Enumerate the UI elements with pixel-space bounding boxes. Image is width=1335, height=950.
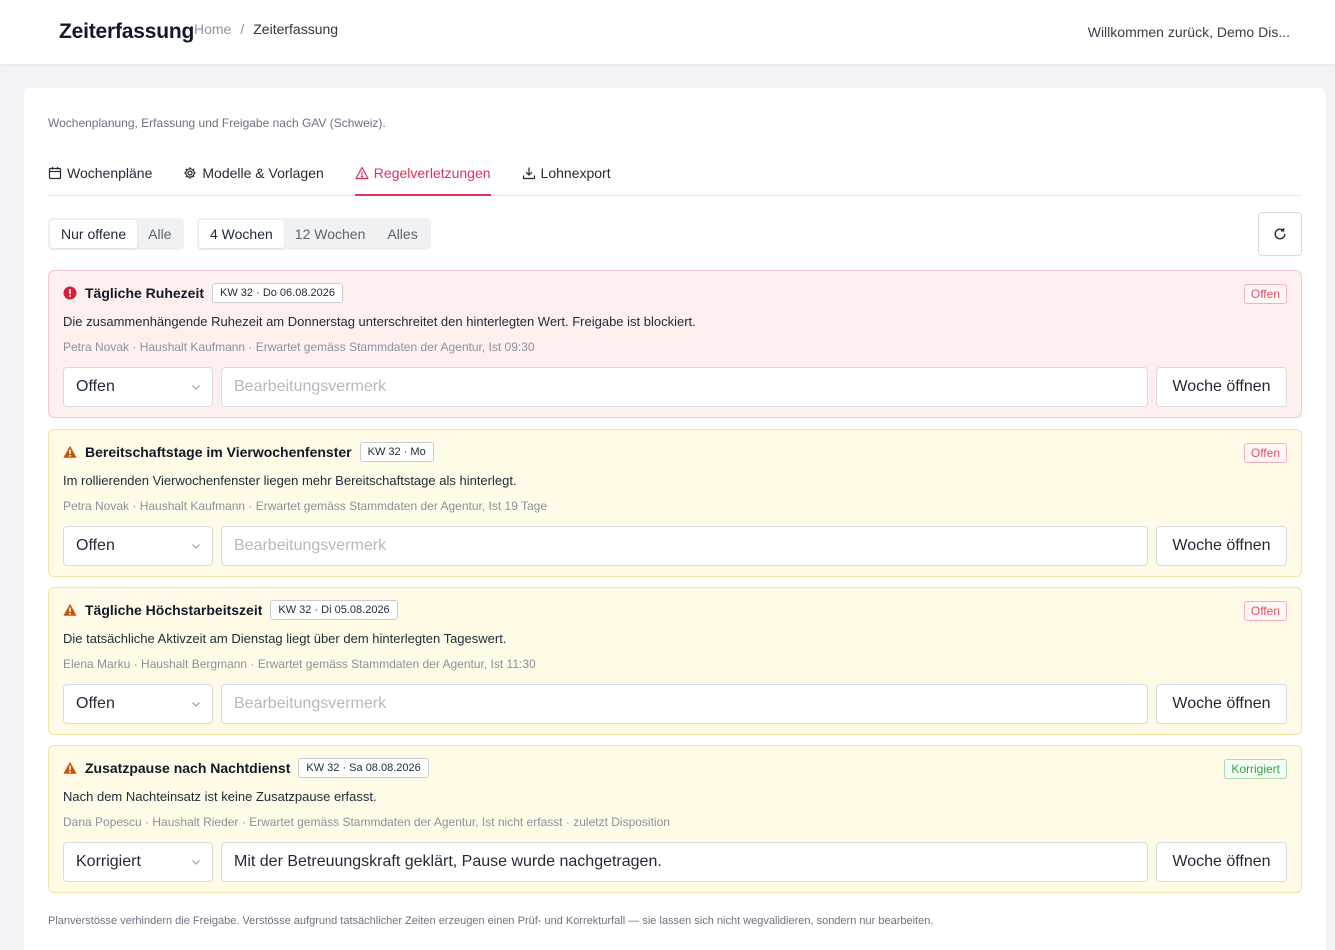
breadcrumb-separator: / xyxy=(240,21,245,37)
note-input[interactable] xyxy=(221,367,1148,407)
breadcrumb: Home / Zeiterfassung xyxy=(194,21,338,37)
status-badge: Offen xyxy=(1243,601,1287,621)
download-icon xyxy=(522,166,536,180)
app-title: Zeiterfassung xyxy=(59,20,195,43)
violation-meta: Petra Novak · Haushalt Kaufmann · Erwart… xyxy=(63,340,535,354)
status-select[interactable]: Offen xyxy=(63,526,213,566)
status-select[interactable]: Korrigiert xyxy=(63,842,213,882)
status-filter: Nur offene Alle xyxy=(48,218,185,250)
status-badge: Offen xyxy=(1243,284,1287,304)
violation-card: Tägliche Ruhezeit KW 32 · Do 06.08.2026 … xyxy=(48,270,1302,418)
chevron-down-icon xyxy=(190,381,202,393)
open-week-button[interactable]: Woche öffnen xyxy=(1156,526,1287,566)
chevron-down-icon xyxy=(190,856,202,868)
tab-label: Modelle & Vorlagen xyxy=(202,165,324,181)
tab-modelle-vorlagen[interactable]: Modelle & Vorlagen xyxy=(183,161,324,185)
note-input[interactable] xyxy=(221,842,1148,882)
breadcrumb-home-link[interactable]: Home xyxy=(194,21,231,37)
violation-meta: Dana Popescu · Haushalt Rieder · Erwarte… xyxy=(63,815,670,829)
violation-description: Die tatsächliche Aktivzeit am Dienstag l… xyxy=(63,631,507,646)
week-badge: KW 32 · Sa 08.08.2026 xyxy=(298,758,429,778)
tab-label: Regelverletzungen xyxy=(373,165,491,181)
filter-all[interactable]: Alle xyxy=(137,220,182,248)
violation-card: Tägliche Höchstarbeitszeit KW 32 · Di 05… xyxy=(48,587,1302,735)
status-select[interactable]: Offen xyxy=(63,684,213,724)
week-badge: KW 32 · Di 05.08.2026 xyxy=(270,600,398,620)
violation-title: Tägliche Ruhezeit xyxy=(85,285,205,301)
status-select-value: Offen xyxy=(76,537,115,554)
open-week-button[interactable]: Woche öffnen xyxy=(1156,842,1287,882)
chevron-down-icon xyxy=(190,540,202,552)
warning-triangle-icon xyxy=(63,445,77,459)
status-select-value: Korrigiert xyxy=(76,853,141,870)
welcome-user-menu[interactable]: Willkommen zurück, Demo Dis... xyxy=(1088,24,1290,40)
status-select[interactable]: Offen xyxy=(63,367,213,407)
violation-description: Nach dem Nachteinsatz ist keine Zusatzpa… xyxy=(63,789,377,804)
note-input[interactable] xyxy=(221,684,1148,724)
violation-title: Tägliche Höchstarbeitszeit xyxy=(85,602,263,618)
status-badge: Offen xyxy=(1243,443,1287,463)
tab-regelverletzungen[interactable]: Regelverletzungen xyxy=(354,161,491,196)
violation-meta: Petra Novak · Haushalt Kaufmann · Erwart… xyxy=(63,499,548,513)
error-circle-icon xyxy=(63,286,77,300)
status-select-value: Offen xyxy=(76,378,115,395)
calendar-icon xyxy=(48,166,62,180)
week-badge: KW 32 · Do 06.08.2026 xyxy=(212,283,343,303)
tab-bar: Wochenpläne Modelle & Vorlagen Regelverl… xyxy=(48,161,1302,196)
status-badge: Korrigiert xyxy=(1224,759,1287,779)
top-bar: Zeiterfassung Home / Zeiterfassung Willk… xyxy=(0,0,1335,64)
status-select-value: Offen xyxy=(76,695,115,712)
tab-lohnexport[interactable]: Lohnexport xyxy=(522,161,611,185)
warning-triangle-icon xyxy=(355,166,369,180)
week-badge: KW 32 · Mo xyxy=(359,442,434,462)
tab-label: Wochenpläne xyxy=(67,165,153,181)
violation-title: Bereitschaftstage im Vierwochenfenster xyxy=(85,444,352,460)
violation-card: Zusatzpause nach Nachtdienst KW 32 · Sa … xyxy=(48,745,1302,893)
violation-description: Im rollierenden Vierwochenfenster liegen… xyxy=(63,473,517,488)
violation-title: Zusatzpause nach Nachtdienst xyxy=(85,760,291,776)
violation-card: Bereitschaftstage im Vierwochenfenster K… xyxy=(48,429,1302,577)
refresh-button[interactable] xyxy=(1258,212,1302,256)
warning-triangle-icon xyxy=(63,603,77,617)
range-filter: 4 Wochen 12 Wochen Alles xyxy=(197,218,431,250)
tab-wochenplaene[interactable]: Wochenpläne xyxy=(48,161,152,185)
warning-triangle-icon xyxy=(63,761,77,775)
chevron-down-icon xyxy=(190,698,202,710)
refresh-icon xyxy=(1273,227,1287,241)
page-subtitle: Wochenplanung, Erfassung und Freigabe na… xyxy=(48,116,386,130)
open-week-button[interactable]: Woche öffnen xyxy=(1156,684,1287,724)
violation-meta: Elena Marku · Haushalt Bergmann · Erwart… xyxy=(63,657,536,671)
main-card: Wochenplanung, Erfassung und Freigabe na… xyxy=(24,88,1326,950)
note-input[interactable] xyxy=(221,526,1148,566)
filter-only-open[interactable]: Nur offene xyxy=(50,220,138,248)
range-all[interactable]: Alles xyxy=(376,220,428,248)
open-week-button[interactable]: Woche öffnen xyxy=(1156,367,1287,407)
breadcrumb-current: Zeiterfassung xyxy=(253,21,339,37)
gear-icon xyxy=(183,166,197,180)
range-4-weeks[interactable]: 4 Wochen xyxy=(199,220,284,248)
violation-description: Die zusammenhängende Ruhezeit am Donners… xyxy=(63,314,696,329)
tab-label: Lohnexport xyxy=(540,165,611,181)
footnote: Planverstösse verhindern die Freigabe. V… xyxy=(48,915,934,927)
range-12-weeks[interactable]: 12 Wochen xyxy=(284,220,377,248)
